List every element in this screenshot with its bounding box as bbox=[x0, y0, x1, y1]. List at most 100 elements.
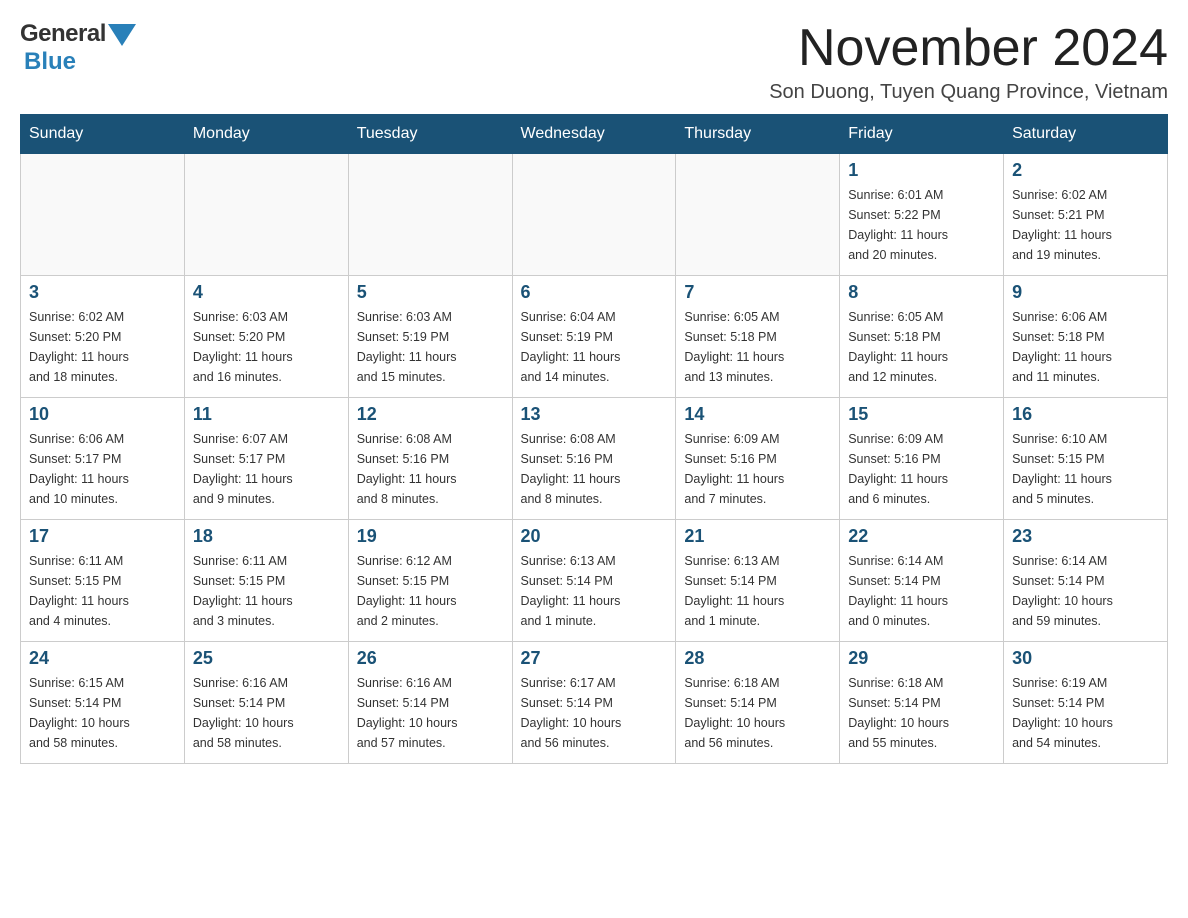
day-info: Sunrise: 6:02 AM Sunset: 5:21 PM Dayligh… bbox=[1012, 185, 1159, 265]
day-number: 23 bbox=[1012, 526, 1159, 547]
calendar-day-cell: 5Sunrise: 6:03 AM Sunset: 5:19 PM Daylig… bbox=[348, 276, 512, 398]
page-header: General Blue November 2024 Son Duong, Tu… bbox=[20, 20, 1168, 104]
location-subtitle: Son Duong, Tuyen Quang Province, Vietnam bbox=[769, 81, 1168, 104]
day-number: 4 bbox=[193, 282, 340, 303]
logo-general-text: General bbox=[20, 20, 106, 48]
calendar-day-cell: 14 Sunrise: 6:09 AM Sunset: 5:16 PM Dayli… bbox=[676, 398, 840, 520]
day-number: 7 bbox=[684, 282, 831, 303]
day-info: Sunrise: 6:18 AM Sunset: 5:14 PM Dayligh… bbox=[684, 673, 831, 753]
day-number: 28 bbox=[684, 648, 831, 669]
day-number: 29 bbox=[848, 648, 995, 669]
calendar-day-cell: 30 Sunrise: 6:19 AM Sunset: 5:14 PM Dayli… bbox=[1004, 642, 1168, 764]
day-info: Sunrise: 6:07 AM Sunset: 5:17 PM Dayligh… bbox=[193, 429, 340, 509]
calendar-body: 1 Sunrise: 6:01 AM Sunset: 5:22 PM Daylig… bbox=[21, 154, 1168, 764]
day-info: Sunrise: 6:14 AM Sunset: 5:14 PM Dayligh… bbox=[1012, 551, 1159, 631]
day-number: 18 bbox=[193, 526, 340, 547]
calendar-day-cell: 17Sunrise: 6:11 AM Sunset: 5:15 PM Dayli… bbox=[21, 520, 185, 642]
day-number: 19 bbox=[357, 526, 504, 547]
calendar-day-cell: 23 Sunrise: 6:14 AM Sunset: 5:14 PM Dayli… bbox=[1004, 520, 1168, 642]
day-number: 16 bbox=[1012, 404, 1159, 425]
day-info: Sunrise: 6:19 AM Sunset: 5:14 PM Dayligh… bbox=[1012, 673, 1159, 753]
month-year-title: November 2024 bbox=[769, 20, 1168, 77]
day-number: 13 bbox=[521, 404, 668, 425]
day-info: Sunrise: 6:05 AM Sunset: 5:18 PM Dayligh… bbox=[848, 307, 995, 387]
calendar-day-cell: 18 Sunrise: 6:11 AM Sunset: 5:15 PM Dayli… bbox=[184, 520, 348, 642]
calendar-day-cell: 16 Sunrise: 6:10 AM Sunset: 5:15 PM Dayli… bbox=[1004, 398, 1168, 520]
day-info: Sunrise: 6:03 AM Sunset: 5:19 PM Dayligh… bbox=[357, 307, 504, 387]
header-tuesday: Tuesday bbox=[348, 115, 512, 154]
day-number: 14 bbox=[684, 404, 831, 425]
header-sunday: Sunday bbox=[21, 115, 185, 154]
day-number: 27 bbox=[521, 648, 668, 669]
day-info: Sunrise: 6:09 AM Sunset: 5:16 PM Dayligh… bbox=[848, 429, 995, 509]
day-number: 24 bbox=[29, 648, 176, 669]
day-info: Sunrise: 6:15 AM Sunset: 5:14 PM Dayligh… bbox=[29, 673, 176, 753]
calendar-day-cell: 24 Sunrise: 6:15 AM Sunset: 5:14 PM Dayli… bbox=[21, 642, 185, 764]
header-wednesday: Wednesday bbox=[512, 115, 676, 154]
day-number: 11 bbox=[193, 404, 340, 425]
calendar-day-cell bbox=[21, 154, 185, 276]
calendar-day-cell: 9Sunrise: 6:06 AM Sunset: 5:18 PM Daylig… bbox=[1004, 276, 1168, 398]
day-info: Sunrise: 6:10 AM Sunset: 5:15 PM Dayligh… bbox=[1012, 429, 1159, 509]
day-number: 1 bbox=[848, 160, 995, 181]
day-info: Sunrise: 6:03 AM Sunset: 5:20 PM Dayligh… bbox=[193, 307, 340, 387]
calendar-day-cell: 27Sunrise: 6:17 AM Sunset: 5:14 PM Dayli… bbox=[512, 642, 676, 764]
day-number: 10 bbox=[29, 404, 176, 425]
day-number: 12 bbox=[357, 404, 504, 425]
header-thursday: Thursday bbox=[676, 115, 840, 154]
day-info: Sunrise: 6:14 AM Sunset: 5:14 PM Dayligh… bbox=[848, 551, 995, 631]
calendar-day-cell bbox=[676, 154, 840, 276]
day-number: 21 bbox=[684, 526, 831, 547]
day-info: Sunrise: 6:11 AM Sunset: 5:15 PM Dayligh… bbox=[193, 551, 340, 631]
day-info: Sunrise: 6:12 AM Sunset: 5:15 PM Dayligh… bbox=[357, 551, 504, 631]
calendar-day-cell bbox=[512, 154, 676, 276]
calendar-header: Sunday Monday Tuesday Wednesday Thursday… bbox=[21, 115, 1168, 154]
day-number: 30 bbox=[1012, 648, 1159, 669]
day-info: Sunrise: 6:09 AM Sunset: 5:16 PM Dayligh… bbox=[684, 429, 831, 509]
calendar-day-cell: 11 Sunrise: 6:07 AM Sunset: 5:17 PM Dayli… bbox=[184, 398, 348, 520]
calendar-day-cell: 15Sunrise: 6:09 AM Sunset: 5:16 PM Dayli… bbox=[840, 398, 1004, 520]
calendar-week-row: 10 Sunrise: 6:06 AM Sunset: 5:17 PM Dayli… bbox=[21, 398, 1168, 520]
day-info: Sunrise: 6:04 AM Sunset: 5:19 PM Dayligh… bbox=[521, 307, 668, 387]
day-info: Sunrise: 6:05 AM Sunset: 5:18 PM Dayligh… bbox=[684, 307, 831, 387]
calendar-day-cell: 29 Sunrise: 6:18 AM Sunset: 5:14 PM Dayli… bbox=[840, 642, 1004, 764]
day-number: 26 bbox=[357, 648, 504, 669]
day-number: 2 bbox=[1012, 160, 1159, 181]
calendar-day-cell: 7 Sunrise: 6:05 AM Sunset: 5:18 PM Daylig… bbox=[676, 276, 840, 398]
calendar-day-cell: 26Sunrise: 6:16 AM Sunset: 5:14 PM Dayli… bbox=[348, 642, 512, 764]
calendar-day-cell: 6Sunrise: 6:04 AM Sunset: 5:19 PM Daylig… bbox=[512, 276, 676, 398]
calendar-day-cell: 1 Sunrise: 6:01 AM Sunset: 5:22 PM Daylig… bbox=[840, 154, 1004, 276]
calendar-day-cell: 2 Sunrise: 6:02 AM Sunset: 5:21 PM Daylig… bbox=[1004, 154, 1168, 276]
calendar-day-cell: 13 Sunrise: 6:08 AM Sunset: 5:16 PM Dayli… bbox=[512, 398, 676, 520]
calendar-day-cell: 4 Sunrise: 6:03 AM Sunset: 5:20 PM Daylig… bbox=[184, 276, 348, 398]
day-info: Sunrise: 6:01 AM Sunset: 5:22 PM Dayligh… bbox=[848, 185, 995, 265]
header-friday: Friday bbox=[840, 115, 1004, 154]
calendar-day-cell: 22 Sunrise: 6:14 AM Sunset: 5:14 PM Dayli… bbox=[840, 520, 1004, 642]
logo-arrow-icon bbox=[108, 24, 136, 46]
calendar-day-cell: 25Sunrise: 6:16 AM Sunset: 5:14 PM Dayli… bbox=[184, 642, 348, 764]
logo: General Blue bbox=[20, 20, 136, 76]
calendar-week-row: 3 Sunrise: 6:02 AM Sunset: 5:20 PM Daylig… bbox=[21, 276, 1168, 398]
day-info: Sunrise: 6:06 AM Sunset: 5:17 PM Dayligh… bbox=[29, 429, 176, 509]
weekday-header-row: Sunday Monday Tuesday Wednesday Thursday… bbox=[21, 115, 1168, 154]
day-info: Sunrise: 6:08 AM Sunset: 5:16 PM Dayligh… bbox=[521, 429, 668, 509]
calendar-week-row: 1 Sunrise: 6:01 AM Sunset: 5:22 PM Daylig… bbox=[21, 154, 1168, 276]
calendar-day-cell: 19 Sunrise: 6:12 AM Sunset: 5:15 PM Dayli… bbox=[348, 520, 512, 642]
day-info: Sunrise: 6:18 AM Sunset: 5:14 PM Dayligh… bbox=[848, 673, 995, 753]
day-number: 8 bbox=[848, 282, 995, 303]
title-area: November 2024 Son Duong, Tuyen Quang Pro… bbox=[769, 20, 1168, 104]
calendar-week-row: 24 Sunrise: 6:15 AM Sunset: 5:14 PM Dayli… bbox=[21, 642, 1168, 764]
calendar-day-cell bbox=[348, 154, 512, 276]
day-number: 17 bbox=[29, 526, 176, 547]
day-info: Sunrise: 6:13 AM Sunset: 5:14 PM Dayligh… bbox=[684, 551, 831, 631]
day-number: 3 bbox=[29, 282, 176, 303]
header-monday: Monday bbox=[184, 115, 348, 154]
calendar-day-cell bbox=[184, 154, 348, 276]
day-number: 22 bbox=[848, 526, 995, 547]
day-number: 9 bbox=[1012, 282, 1159, 303]
day-number: 20 bbox=[521, 526, 668, 547]
calendar-day-cell: 8 Sunrise: 6:05 AM Sunset: 5:18 PM Daylig… bbox=[840, 276, 1004, 398]
logo-blue-text: Blue bbox=[24, 48, 76, 75]
calendar-day-cell: 21 Sunrise: 6:13 AM Sunset: 5:14 PM Dayli… bbox=[676, 520, 840, 642]
day-info: Sunrise: 6:02 AM Sunset: 5:20 PM Dayligh… bbox=[29, 307, 176, 387]
